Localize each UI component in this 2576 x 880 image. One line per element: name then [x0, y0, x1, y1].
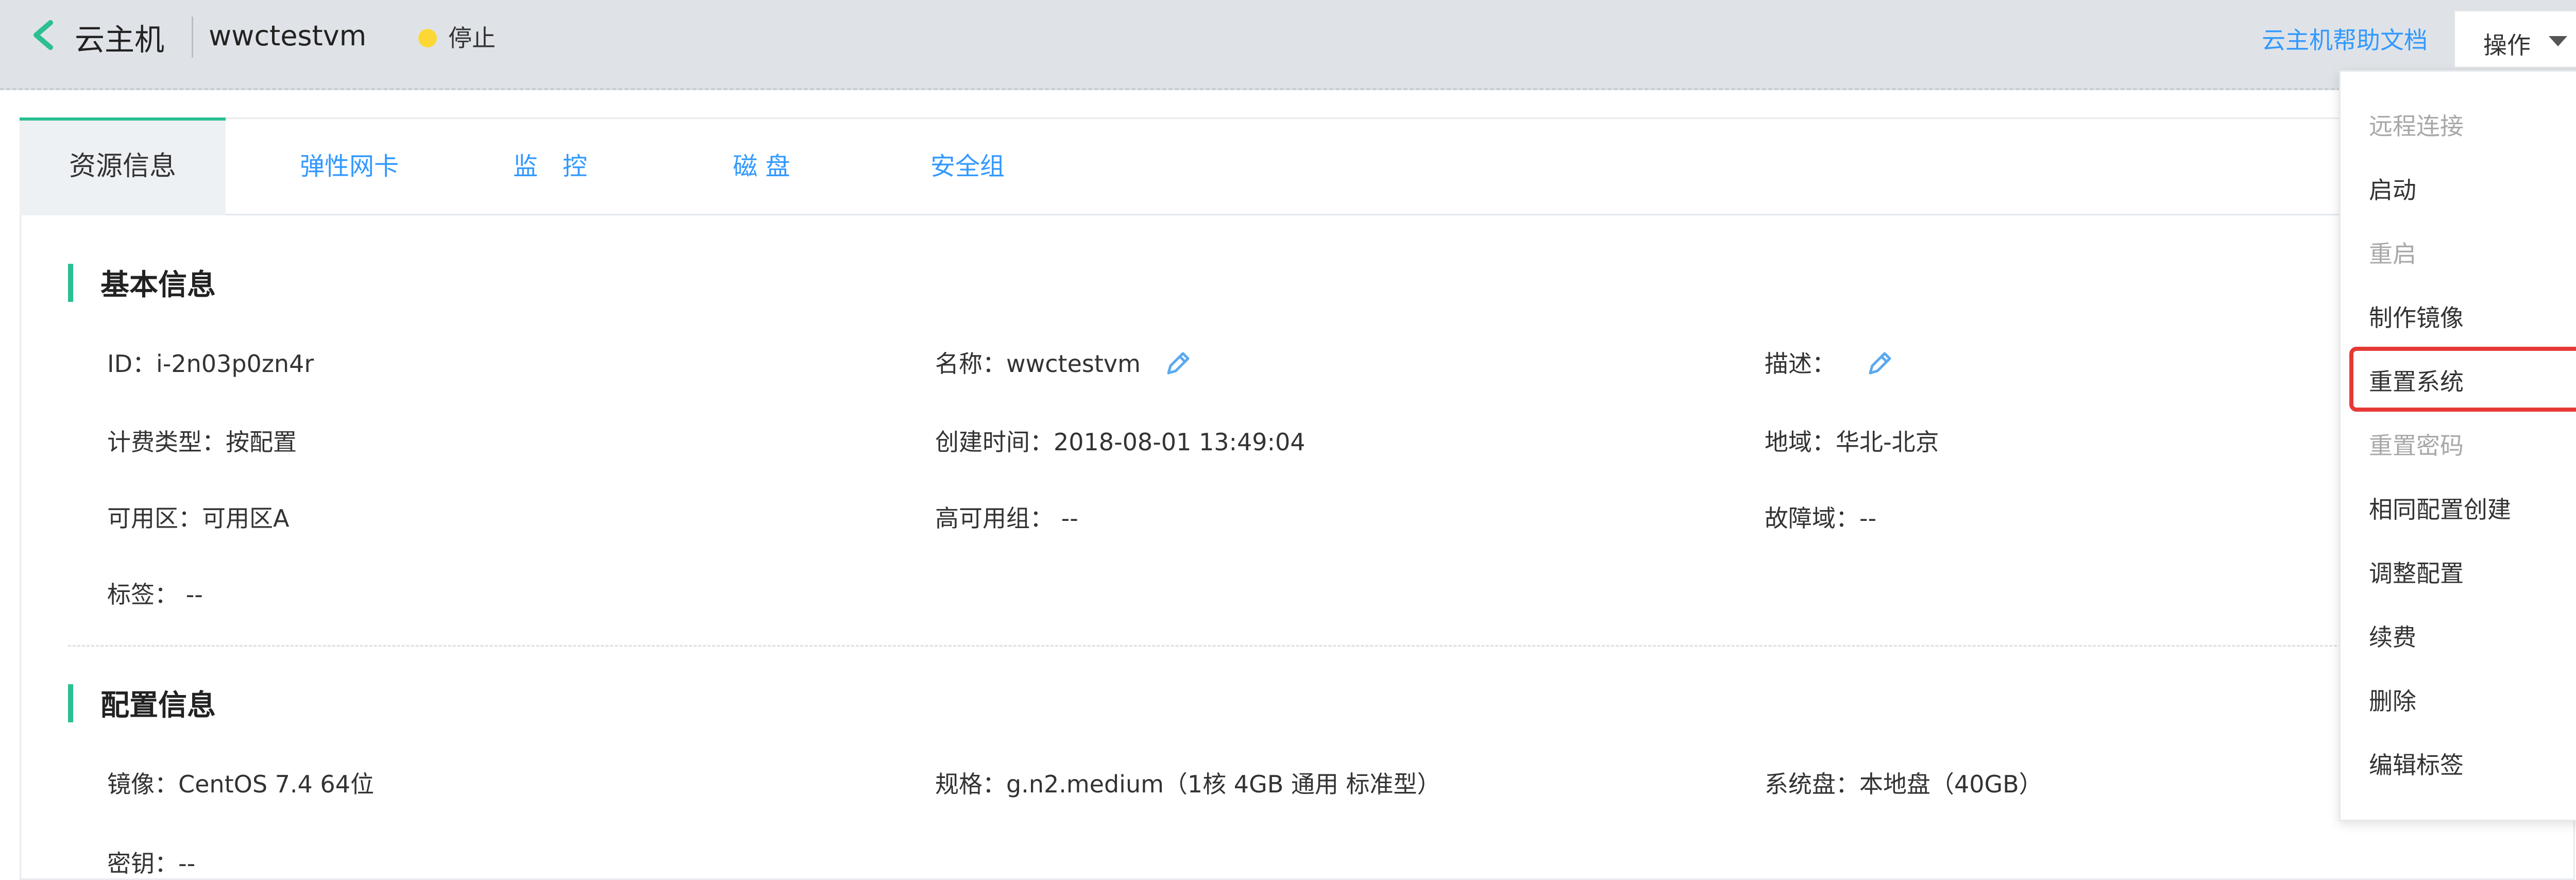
tab-disk[interactable]: 磁 盘	[679, 117, 844, 215]
menu-item-reset-password: 重置密码	[2369, 432, 2464, 460]
tab-resource-info[interactable]: 资源信息	[20, 117, 226, 215]
top-header: 云主机 wwctestvm 停止 云主机帮助文档 操作	[0, 0, 2576, 90]
help-doc-link[interactable]: 云主机帮助文档	[2262, 22, 2428, 56]
menu-item-create-same-config[interactable]: 相同配置创建	[2369, 491, 2511, 525]
menu-item-create-image[interactable]: 制作镜像	[2369, 299, 2464, 333]
caret-down-icon	[2549, 36, 2567, 46]
vm-name: wwctestvm	[209, 20, 367, 52]
operations-button[interactable]: 操作	[2454, 10, 2576, 68]
field-description: 描述：	[1765, 350, 1836, 378]
app-title: 云主机	[75, 22, 165, 57]
field-key: 密钥：--	[107, 850, 196, 877]
title-divider	[192, 16, 193, 58]
menu-item-remote-connect: 远程连接	[2369, 112, 2464, 140]
edit-name-pencil-icon[interactable]	[1163, 349, 1192, 378]
edit-description-pencil-icon[interactable]	[1865, 349, 1894, 378]
config-info-title: 配置信息	[100, 689, 216, 722]
back-chevron-icon[interactable]	[30, 20, 57, 50]
field-name: 名称：wwctestvm	[935, 350, 1141, 378]
field-spec: 规格：g.n2.medium（1核 4GB 通用 标准型）	[935, 770, 1441, 798]
section-accent-bar	[68, 684, 73, 722]
field-availability-zone: 可用区：可用区A	[107, 504, 290, 532]
menu-item-edit-tags[interactable]: 编辑标签	[2369, 747, 2464, 781]
menu-item-reset-system[interactable]: 重置系统	[2369, 363, 2464, 397]
field-fault-domain: 故障域：--	[1765, 504, 1877, 532]
status-text: 停止	[448, 24, 496, 52]
section-accent-bar	[68, 264, 73, 302]
field-id: ID：i-2n03p0zn4r	[107, 350, 314, 378]
field-created-time: 创建时间：2018-08-01 13:49:04	[935, 428, 1306, 456]
field-tags: 标签： --	[107, 581, 203, 608]
menu-item-resize[interactable]: 调整配置	[2369, 555, 2464, 589]
field-billing-type: 计费类型：按配置	[107, 428, 297, 456]
operations-dropdown-menu: 远程连接 启动 重启 制作镜像 重置系统 重置密码 相同配置创建 调整配置 续费…	[2339, 70, 2576, 821]
section-divider	[68, 645, 2355, 647]
tab-elastic-nic[interactable]: 弹性网卡	[267, 117, 432, 215]
basic-info-title: 基本信息	[100, 268, 216, 302]
field-ha-group: 高可用组： --	[935, 504, 1078, 532]
operations-label: 操作	[2483, 31, 2531, 59]
field-image: 镜像：CentOS 7.4 64位	[107, 770, 374, 798]
menu-item-restart: 重启	[2369, 240, 2416, 268]
field-region: 地域：华北-北京	[1765, 428, 1939, 456]
tab-bar: 资源信息 弹性网卡 监 控 磁 盘 安全组	[20, 117, 2359, 215]
menu-item-delete[interactable]: 删除	[2369, 683, 2416, 717]
menu-item-start[interactable]: 启动	[2369, 172, 2416, 206]
tab-security-group[interactable]: 安全组	[880, 117, 1055, 215]
tab-monitor[interactable]: 监 控	[473, 117, 628, 215]
status-dot-icon	[418, 29, 437, 47]
field-system-disk: 系统盘：本地盘（40GB）	[1765, 770, 2043, 798]
menu-item-renew[interactable]: 续费	[2369, 619, 2416, 653]
